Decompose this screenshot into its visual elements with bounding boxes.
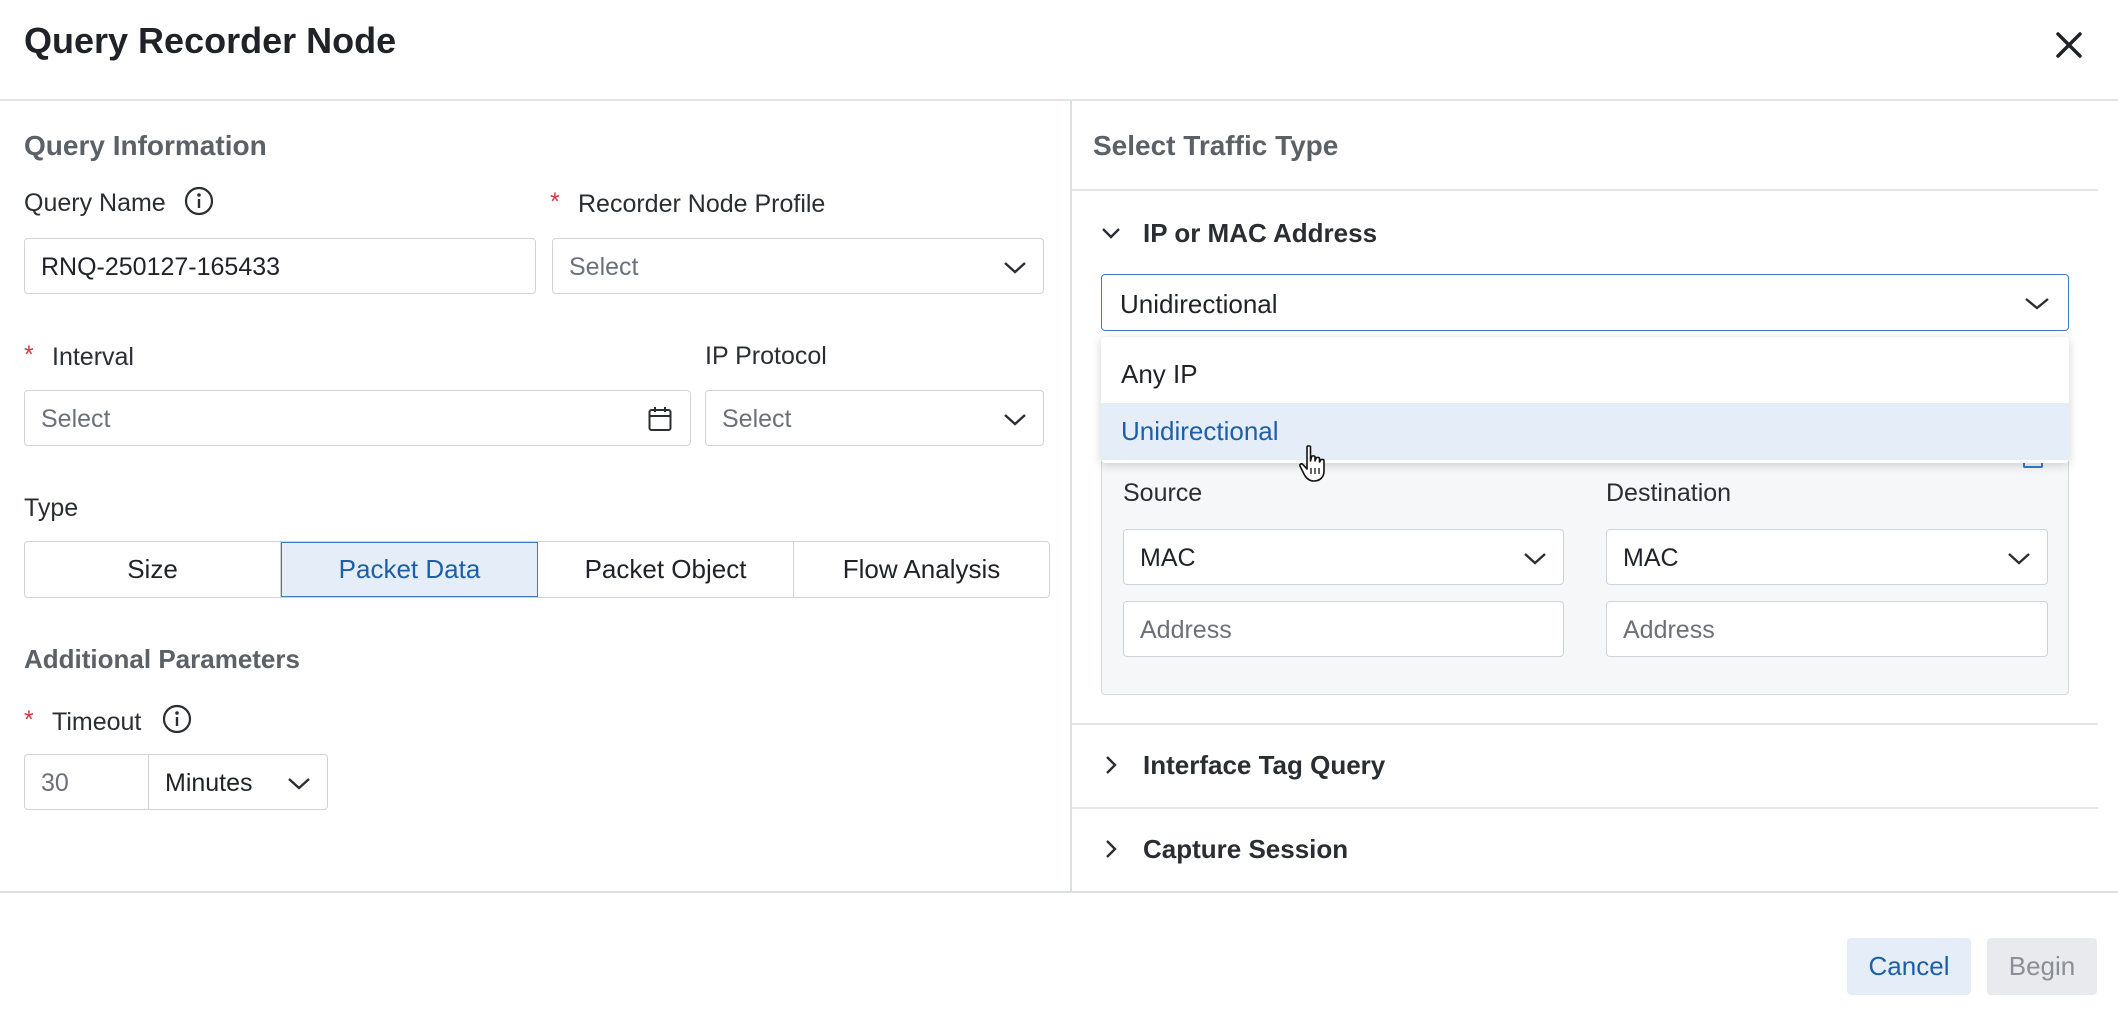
dropdown-option-any-ip[interactable]: Any IP [1101, 346, 2069, 403]
cancel-button[interactable]: Cancel [1847, 938, 1971, 995]
source-label: Source [1123, 479, 1203, 507]
recorder-node-profile-select[interactable]: Select [552, 238, 1044, 294]
destination-label: Destination [1606, 479, 1732, 507]
dialog-title: Query Recorder Node [24, 20, 397, 61]
timeout-label: Timeout [52, 708, 142, 736]
chevron-down-icon [2025, 298, 2049, 310]
protocol-placeholder: Select [722, 405, 792, 433]
divider [1072, 807, 2098, 809]
divider [1072, 723, 2098, 725]
interval-date-picker[interactable]: Select [24, 390, 691, 446]
direction-mode-select[interactable]: Unidirectional [1101, 274, 2069, 331]
chevron-down-icon [288, 778, 310, 790]
direction-mode-value: Unidirectional [1120, 289, 1278, 319]
ip-protocol-label: IP Protocol [705, 342, 827, 370]
destination-type-select[interactable]: MAC [1606, 529, 2048, 585]
query-information-title: Query Information [24, 130, 267, 161]
additional-parameters-title: Additional Parameters [24, 644, 300, 674]
ip-protocol-select[interactable]: Select [705, 390, 1044, 446]
hand-cursor-icon [1299, 445, 1325, 482]
timeout-value: 30 [41, 769, 69, 797]
capture-session-accordion-title[interactable]: Capture Session [1143, 834, 1348, 865]
chevron-down-icon [2008, 553, 2030, 565]
info-icon[interactable] [184, 186, 214, 216]
type-option-packet-object[interactable]: Packet Object [538, 542, 794, 597]
direction-mode-dropdown-menu: Any IP Unidirectional [1101, 337, 2069, 463]
type-option-packet-data[interactable]: Packet Data [281, 542, 538, 597]
timeout-value-input[interactable]: 30 [24, 754, 149, 810]
ip-mac-address-accordion-title[interactable]: IP or MAC Address [1143, 218, 1377, 249]
destination-address-input[interactable]: Address [1606, 601, 2048, 657]
interface-tag-query-accordion-title[interactable]: Interface Tag Query [1143, 750, 1385, 781]
required-mark: * [24, 706, 34, 734]
destination-type-value: MAC [1623, 544, 1679, 572]
required-mark: * [24, 341, 34, 369]
chevron-down-icon [1004, 262, 1026, 274]
begin-button[interactable]: Begin [1987, 938, 2097, 995]
divider [1072, 189, 2098, 191]
timeout-unit-select[interactable]: Minutes [148, 754, 328, 810]
chevron-right-icon[interactable] [1100, 754, 1122, 776]
chevron-down-icon [1004, 414, 1026, 426]
profile-placeholder: Select [569, 253, 639, 281]
type-segmented-control: Size Packet Data Packet Object Flow Anal… [24, 541, 1050, 598]
chevron-down-icon[interactable] [1100, 222, 1122, 244]
recorder-node-profile-label: Recorder Node Profile [578, 190, 826, 218]
source-address-input[interactable]: Address [1123, 601, 1564, 657]
source-type-select[interactable]: MAC [1123, 529, 1564, 585]
calendar-icon[interactable] [648, 406, 672, 432]
required-mark: * [550, 188, 560, 216]
dropdown-option-unidirectional[interactable]: Unidirectional [1101, 403, 2069, 460]
dialog-header: Query Recorder Node [0, 0, 2118, 101]
footer-divider [0, 891, 2118, 893]
type-option-flow-analysis[interactable]: Flow Analysis [794, 542, 1049, 597]
source-type-value: MAC [1140, 544, 1196, 572]
info-icon[interactable] [162, 704, 192, 734]
source-address-placeholder: Address [1140, 616, 1232, 644]
type-option-size[interactable]: Size [25, 542, 281, 597]
address-config-box: Source Destination MAC MAC Address Addre… [1101, 440, 2069, 695]
query-name-label: Query Name [24, 189, 166, 217]
interval-label: Interval [52, 343, 134, 371]
timeout-unit: Minutes [165, 769, 253, 797]
panel-divider [1070, 101, 1072, 892]
chevron-down-icon [1524, 553, 1546, 565]
type-label: Type [24, 494, 79, 522]
query-name-value: RNQ-250127-165433 [41, 253, 281, 281]
query-name-input[interactable]: RNQ-250127-165433 [24, 238, 536, 294]
close-icon[interactable] [2048, 24, 2090, 66]
destination-address-placeholder: Address [1623, 616, 1715, 644]
interval-placeholder: Select [41, 405, 111, 433]
select-traffic-type-title: Select Traffic Type [1093, 130, 1339, 161]
chevron-right-icon[interactable] [1100, 838, 1122, 860]
